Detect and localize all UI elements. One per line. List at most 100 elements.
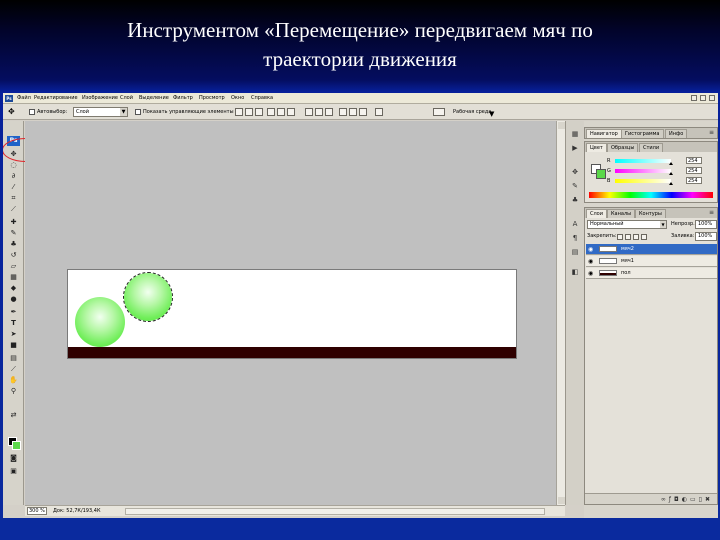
character-panel-icon[interactable]: A [570, 219, 580, 229]
scroll-up-icon[interactable] [558, 122, 565, 129]
eraser-tool-icon[interactable]: ▱ [8, 262, 19, 271]
green-value-field[interactable]: 254 [686, 167, 702, 174]
layer-row-floor[interactable]: ◉ пол [586, 268, 717, 279]
notes-tool-icon[interactable]: ▤ [8, 354, 19, 363]
type-tool-icon[interactable]: T [8, 319, 19, 328]
path-selection-tool-icon[interactable]: ➤ [8, 330, 19, 339]
align-hcenter-icon[interactable] [277, 108, 285, 116]
paragraph-panel-icon[interactable]: ¶ [570, 233, 580, 243]
zoom-level-field[interactable]: 300 % [27, 507, 47, 515]
autoselect-dropdown[interactable]: Слой ▼ [73, 107, 128, 117]
menu-file[interactable]: Файл [17, 93, 31, 104]
restore-icon[interactable] [700, 95, 706, 101]
history-brush-tool-icon[interactable]: ↺ [8, 251, 19, 260]
red-value-field[interactable]: 254 [686, 157, 702, 164]
layer-name[interactable]: пол [621, 268, 631, 279]
auto-align-icon[interactable] [375, 108, 383, 116]
blend-mode-dropdown[interactable]: Нормальный ▼ [587, 220, 667, 229]
marquee-tool-icon[interactable]: ◌ [8, 161, 19, 170]
vertical-scrollbar[interactable] [556, 121, 565, 505]
menu-help[interactable]: Справка [251, 93, 273, 104]
minimize-icon[interactable] [691, 95, 697, 101]
eyedropper-tool-icon[interactable]: ⟋ [8, 365, 19, 374]
hand-tool-icon[interactable]: ✋ [8, 376, 19, 385]
layer-comps-icon[interactable]: ◧ [570, 267, 580, 277]
lock-pixels-icon[interactable] [625, 234, 631, 240]
crop-tool-icon[interactable]: ⌗ [8, 194, 19, 203]
align-vcenter-icon[interactable] [245, 108, 253, 116]
slice-tool-icon[interactable]: ⟋ [8, 205, 19, 214]
blue-slider-thumb[interactable] [669, 182, 673, 185]
show-controls-checkbox[interactable] [135, 109, 141, 115]
align-bottom-icon[interactable] [255, 108, 263, 116]
blue-value-field[interactable]: 254 [686, 177, 702, 184]
color-spectrum-bar[interactable] [589, 192, 713, 198]
swap-colors-icon[interactable]: ⇄ [8, 411, 19, 420]
lock-transparency-icon[interactable] [617, 234, 623, 240]
menu-layer[interactable]: Слой [120, 93, 133, 104]
visibility-eye-icon[interactable]: ◉ [588, 244, 593, 255]
menu-view[interactable]: Просмотр [199, 93, 225, 104]
opacity-field[interactable]: 100% [695, 220, 717, 229]
tool-presets-icon[interactable]: ✥ [570, 167, 580, 177]
notes-panel-icon[interactable]: ▤ [570, 247, 580, 257]
document-canvas[interactable] [67, 269, 517, 359]
tab-channels[interactable]: Каналы [607, 209, 636, 218]
layer-mask-icon[interactable]: ◘ [674, 496, 682, 503]
visibility-eye-icon[interactable]: ◉ [588, 268, 593, 279]
history-panel-icon[interactable]: ▦ [570, 129, 580, 139]
align-right-icon[interactable] [287, 108, 295, 116]
red-slider[interactable] [615, 159, 671, 163]
distribute-vcenter-icon[interactable] [315, 108, 323, 116]
clone-stamp-tool-icon[interactable]: ♣ [8, 240, 19, 249]
shape-tool-icon[interactable]: ■ [8, 341, 19, 350]
menu-filter[interactable]: Фильтр [173, 93, 193, 104]
color-background-swatch[interactable] [596, 169, 606, 179]
menu-window[interactable]: Окно [231, 93, 244, 104]
distribute-right-icon[interactable] [359, 108, 367, 116]
horizontal-scrollbar[interactable] [125, 508, 545, 515]
brushes-panel-icon[interactable]: ✎ [570, 181, 580, 191]
menu-image[interactable]: Изображение [82, 93, 118, 104]
background-color-swatch[interactable] [12, 441, 21, 450]
layer-row-ball2[interactable]: ◉ мяч2 [586, 244, 717, 255]
red-slider-thumb[interactable] [669, 162, 673, 165]
blue-slider[interactable] [615, 179, 671, 183]
link-layers-icon[interactable]: ∞ [661, 496, 669, 503]
visibility-eye-icon[interactable]: ◉ [588, 256, 593, 267]
pen-tool-icon[interactable]: ✒ [8, 308, 19, 317]
magic-wand-tool-icon[interactable]: ⁄ [8, 183, 19, 192]
tab-swatches[interactable]: Образцы [607, 143, 639, 152]
workspace-label[interactable]: Рабочая среда [453, 104, 491, 120]
lock-position-icon[interactable] [633, 234, 639, 240]
tab-styles[interactable]: Стили [639, 143, 664, 152]
tab-color[interactable]: Цвет [586, 143, 607, 152]
workspace-dropdown-icon[interactable]: ▼ [489, 106, 494, 122]
layer-name[interactable]: мяч2 [621, 244, 634, 255]
gradient-tool-icon[interactable]: ▦ [8, 273, 19, 282]
align-left-icon[interactable] [267, 108, 275, 116]
menu-select[interactable]: Выделение [139, 93, 169, 104]
dodge-tool-icon[interactable]: ● [8, 295, 19, 304]
lasso-tool-icon[interactable]: ∂ [8, 172, 19, 181]
tab-navigator[interactable]: Навигатор [586, 129, 622, 138]
panel-menu-icon[interactable]: ≡ [709, 128, 714, 138]
adjustment-layer-icon[interactable]: ◐ [682, 496, 690, 503]
tab-info[interactable]: Инфо [665, 129, 688, 138]
workspace-icon[interactable] [433, 108, 445, 116]
menu-edit[interactable]: Редактирование [34, 93, 78, 104]
layer-name[interactable]: мяч1 [621, 256, 634, 267]
layers-panel-menu-icon[interactable]: ≡ [709, 208, 714, 218]
tab-layers[interactable]: Слои [586, 209, 607, 218]
tab-histogram[interactable]: Гистограмма [621, 129, 664, 138]
brush-tool-icon[interactable]: ✎ [8, 229, 19, 238]
distribute-bottom-icon[interactable] [325, 108, 333, 116]
tab-paths[interactable]: Контуры [635, 209, 666, 218]
align-top-icon[interactable] [235, 108, 243, 116]
healing-brush-tool-icon[interactable]: ✚ [8, 218, 19, 227]
ball-layer-1[interactable] [75, 297, 125, 347]
actions-panel-icon[interactable]: ▶ [570, 143, 580, 153]
lock-all-icon[interactable] [641, 234, 647, 240]
zoom-tool-icon[interactable]: ⚲ [8, 387, 19, 396]
new-group-icon[interactable]: ▭ [690, 496, 699, 503]
